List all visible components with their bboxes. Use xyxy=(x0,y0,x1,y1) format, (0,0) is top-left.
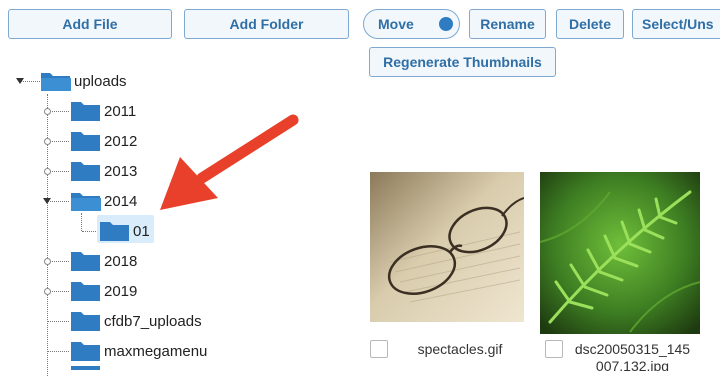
move-label: Move xyxy=(378,16,414,32)
file-thumbnail-spectacles[interactable] xyxy=(370,172,525,322)
tree-item-cfdb7-uploads[interactable]: cfdb7_uploads xyxy=(70,309,202,333)
expand-icon[interactable] xyxy=(44,168,51,175)
regenerate-thumbnails-button[interactable]: Regenerate Thumbnails xyxy=(369,47,556,77)
tree-item-label: 2019 xyxy=(104,282,138,300)
tree-item-uploads[interactable]: uploads xyxy=(40,69,127,93)
folder-icon xyxy=(70,100,102,122)
file-checkbox[interactable] xyxy=(545,340,563,358)
folder-icon xyxy=(70,280,102,302)
folder-icon xyxy=(70,130,102,152)
tree-item-2011[interactable]: 2011 xyxy=(70,99,136,123)
tree-item-label: 2012 xyxy=(104,132,138,150)
tree-item-2019[interactable]: 2019 xyxy=(70,279,137,303)
add-file-button[interactable]: Add File xyxy=(8,9,172,39)
tree-item-label: 2013 xyxy=(104,162,138,180)
file-thumbnail-fern[interactable] xyxy=(540,172,700,334)
tree-item-2012[interactable]: 2012 xyxy=(70,129,137,153)
tree-item-label: uploads xyxy=(74,72,127,90)
tree-item-partial[interactable] xyxy=(70,366,102,370)
tree-item-label: 2014 xyxy=(104,192,138,210)
folder-icon xyxy=(70,366,102,370)
tree-item-label: cfdb7_uploads xyxy=(104,312,202,330)
expand-icon[interactable] xyxy=(44,288,51,295)
rename-button[interactable]: Rename xyxy=(469,9,546,39)
collapse-arrow-icon[interactable] xyxy=(16,78,24,84)
select-unselect-button[interactable]: Select/Uns xyxy=(632,9,720,39)
open-folder-icon xyxy=(40,70,72,92)
open-folder-icon xyxy=(70,190,102,212)
file-name-label: dsc20050315_145 007.132.jpg xyxy=(565,341,700,371)
tree-item-2013[interactable]: 2013 xyxy=(70,159,137,183)
tree-item-label: 01 xyxy=(133,222,150,240)
file-checkbox[interactable] xyxy=(370,340,388,358)
tree-item-maxmegamenu[interactable]: maxmegamenu xyxy=(70,339,207,363)
folder-icon xyxy=(70,250,102,272)
tree-item-2014[interactable]: 2014 xyxy=(70,189,137,213)
file-name-line2: 007.132.jpg xyxy=(595,358,670,371)
collapse-arrow-icon[interactable] xyxy=(43,198,51,204)
folder-icon xyxy=(70,310,102,332)
expand-icon[interactable] xyxy=(44,108,51,115)
tree-item-2018[interactable]: 2018 xyxy=(70,249,137,273)
folder-icon xyxy=(70,340,102,362)
expand-icon[interactable] xyxy=(44,138,51,145)
folder-icon xyxy=(70,160,102,182)
toggle-knob xyxy=(439,17,453,31)
spectacles-image xyxy=(370,172,525,322)
add-folder-button[interactable]: Add Folder xyxy=(184,9,349,39)
annotation-arrow-icon xyxy=(160,114,299,210)
expand-icon[interactable] xyxy=(44,258,51,265)
tree-item-label: 2018 xyxy=(104,252,138,270)
fern-image xyxy=(540,172,700,334)
tree-item-label: maxmegamenu xyxy=(104,342,208,360)
file-name-line1: dsc20050315_145 xyxy=(574,341,691,357)
folder-icon xyxy=(99,220,131,242)
tree-item-01[interactable]: 01 xyxy=(99,219,150,243)
delete-button[interactable]: Delete xyxy=(556,9,624,39)
move-toggle-button[interactable]: Move xyxy=(363,9,460,39)
file-name-label: spectacles.gif xyxy=(417,341,503,357)
tree-item-label: 2011 xyxy=(104,102,137,120)
